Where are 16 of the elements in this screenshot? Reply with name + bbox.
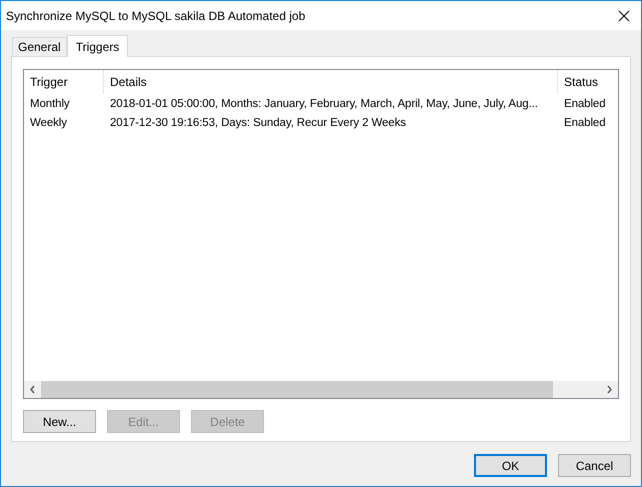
tab[interactable]: General xyxy=(12,37,67,56)
dialog-button[interactable]: OK xyxy=(474,454,547,477)
table-cell-text: Monthly xyxy=(29,98,71,110)
table-cell-text: 2018-01-01 05:00:00, Months: January, February, March, April, May, June, July, Aug... xyxy=(109,98,539,110)
column-header[interactable]: Trigger xyxy=(24,70,104,94)
column-header[interactable]: Status xyxy=(558,70,618,94)
column-header[interactable]: Details xyxy=(104,70,558,94)
list-button[interactable]: New... xyxy=(23,410,96,433)
close-icon[interactable] xyxy=(618,10,630,22)
table-cell-text: 2017-12-30 19:16:53, Days: Sunday, Recur Every 2 Weeks xyxy=(109,116,407,128)
table-cell-text: Enabled xyxy=(563,116,607,128)
tab[interactable]: Triggers xyxy=(66,35,128,57)
table-cell-text: Weekly xyxy=(29,116,68,128)
table-cell-text: Enabled xyxy=(563,98,607,110)
dialog-button[interactable]: Cancel xyxy=(558,454,631,477)
window-title: Synchronize MySQL to MySQL sakila DB Automated job xyxy=(6,8,306,22)
